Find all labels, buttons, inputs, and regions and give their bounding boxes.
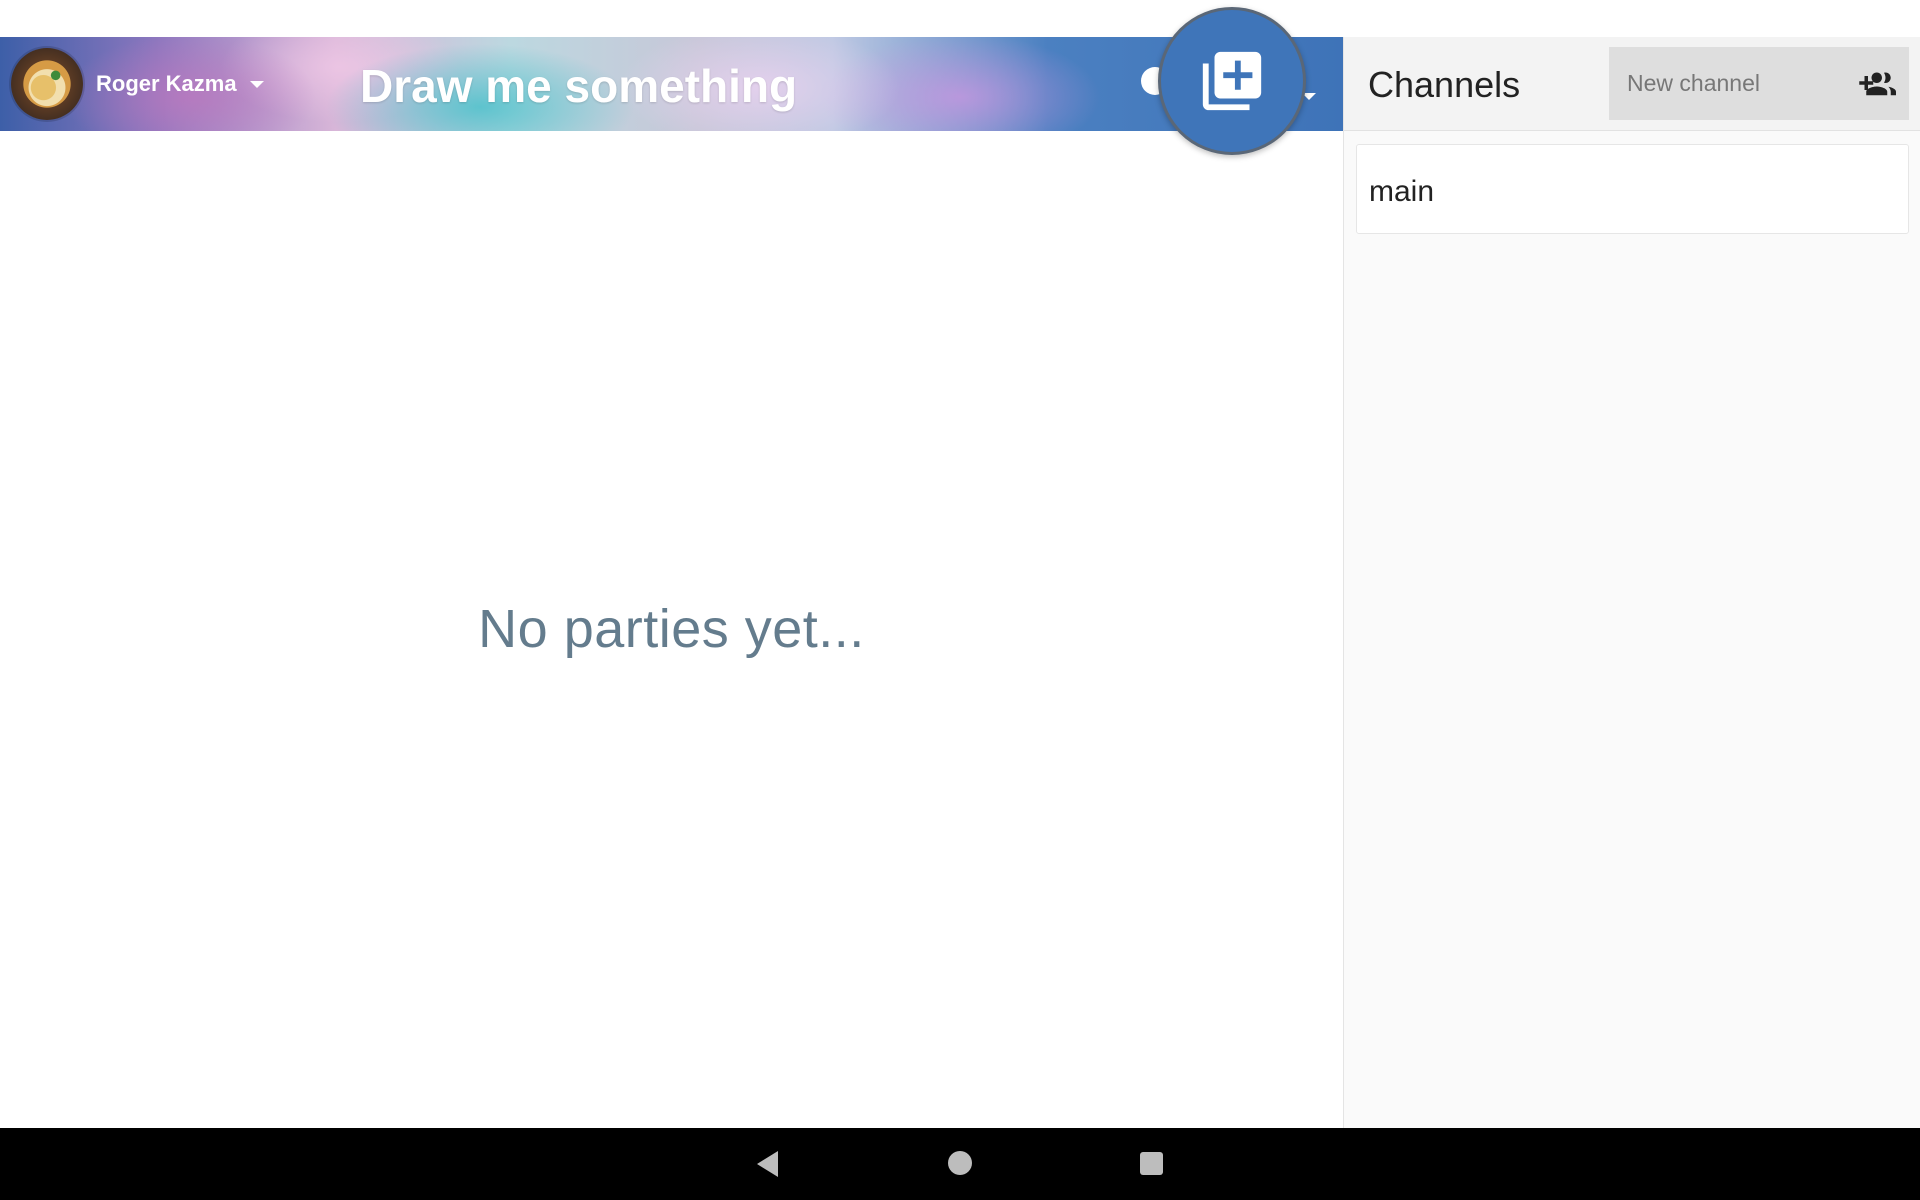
empty-state-message: No parties yet... [478, 599, 865, 659]
channel-item-main[interactable]: main [1356, 144, 1909, 234]
channel-name: main [1369, 175, 1435, 208]
status-bar [0, 0, 1920, 37]
sidebar-title: Channels [1368, 64, 1521, 105]
app-header: Roger Kazma Draw me something [0, 37, 1343, 131]
channels-sidebar: Channels main [1343, 37, 1920, 1128]
page-title: Draw me something [360, 60, 798, 112]
avatar[interactable] [11, 48, 83, 120]
sidebar-header: Channels [1344, 37, 1920, 131]
group-add-icon [1859, 72, 1896, 96]
parties-list: No parties yet... [0, 131, 1343, 1128]
new-channel-input[interactable] [1609, 47, 1839, 120]
system-nav-bar [0, 1128, 1920, 1200]
back-icon[interactable] [757, 1151, 778, 1177]
add-to-collection-icon [1202, 51, 1262, 111]
user-menu-caret-icon[interactable] [250, 81, 264, 88]
home-icon[interactable] [948, 1151, 972, 1175]
add-channel-button[interactable] [1854, 65, 1898, 101]
user-name[interactable]: Roger Kazma [96, 71, 237, 97]
new-party-button[interactable] [1158, 7, 1306, 155]
recents-icon[interactable] [1140, 1152, 1163, 1175]
new-channel-box [1609, 47, 1909, 120]
